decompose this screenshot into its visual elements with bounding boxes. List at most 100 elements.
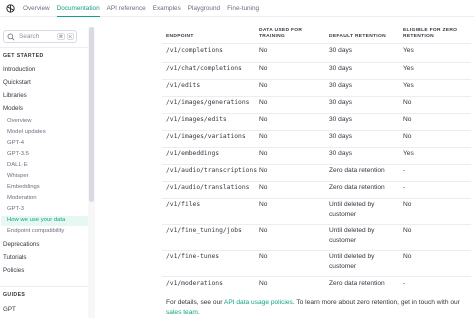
endpoint-cell: /v1/moderations <box>166 280 223 287</box>
retention-cell-line1: Until deleted by <box>329 253 375 260</box>
sidebar-item-libraries[interactable]: Libraries <box>3 92 27 99</box>
footer-note: For details, see our API data usage poli… <box>166 298 472 318</box>
training-cell: No <box>259 133 268 140</box>
sidebar-scrollbar[interactable] <box>89 27 94 202</box>
zero-retention-cell: - <box>403 184 406 191</box>
sidebar-item-models[interactable]: Models <box>3 105 23 112</box>
column-header-endpoint: ENDPOINT <box>166 34 194 39</box>
sidebar-subitem-whisper[interactable]: Whisper <box>7 173 29 179</box>
training-cell: No <box>259 99 268 106</box>
retention-cell-line2: customer <box>329 263 357 270</box>
sidebar-subitem-gpt-4[interactable]: GPT-4 <box>7 140 24 146</box>
nav-overview[interactable]: Overview <box>23 0 50 17</box>
header-divider <box>162 43 471 44</box>
zero-retention-cell: Yes <box>403 65 414 72</box>
openai-logo-icon[interactable] <box>5 3 16 14</box>
search-placeholder: Search <box>19 33 40 40</box>
sidebar-item-quickstart[interactable]: Quickstart <box>3 79 31 86</box>
row-divider <box>162 164 471 165</box>
policy-link[interactable]: API data usage policies <box>224 299 293 306</box>
footer-suffix: . <box>197 309 200 316</box>
training-cell: No <box>259 201 268 208</box>
row-divider <box>162 79 471 80</box>
sidebar-item-gpt[interactable]: GPT <box>3 306 16 313</box>
shortcut-mod-key: ⌘ <box>56 33 66 40</box>
nav-examples[interactable]: Examples <box>153 0 181 17</box>
top-navigation: Overview Documentation API reference Exa… <box>0 0 474 17</box>
row-divider <box>162 130 471 131</box>
sidebar-item-policies[interactable]: Policies <box>3 267 24 274</box>
sidebar-subitem-overview[interactable]: Overview <box>7 118 32 124</box>
search-input[interactable]: Search ⌘ K <box>3 30 77 43</box>
sidebar-subitem-moderation[interactable]: Moderation <box>7 195 36 201</box>
training-cell: No <box>259 167 268 174</box>
zero-retention-cell: - <box>403 280 406 287</box>
column-header-zero-line1: ELIGIBLE FOR ZERO <box>403 28 458 33</box>
retention-cell: Zero data retention <box>329 184 385 191</box>
training-cell: No <box>259 47 268 54</box>
training-cell: No <box>259 227 268 234</box>
sidebar-subitem-gpt-3[interactable]: GPT-3 <box>7 206 24 212</box>
endpoint-cell: /v1/completions <box>166 47 223 54</box>
training-cell: No <box>259 65 268 72</box>
section-get-started: GET STARTED <box>3 53 44 59</box>
retention-cell-line1: Until deleted by <box>329 201 375 208</box>
row-divider <box>162 62 471 63</box>
endpoint-cell: /v1/fine-tunes <box>166 253 220 260</box>
nav-api-reference[interactable]: API reference <box>107 0 146 17</box>
retention-cell-line2: customer <box>329 237 357 244</box>
training-cell: No <box>259 253 268 260</box>
zero-retention-cell: No <box>403 99 412 106</box>
shortcut-k-key: K <box>67 33 74 40</box>
nav-documentation[interactable]: Documentation <box>56 0 100 17</box>
sidebar-item-deprecations[interactable]: Deprecations <box>3 241 39 248</box>
retention-cell-line1: Until deleted by <box>329 227 375 234</box>
sidebar-subitem-model-updates[interactable]: Model updates <box>7 129 46 135</box>
retention-cell: Zero data retention <box>329 280 385 287</box>
endpoint-cell: /v1/edits <box>166 82 201 89</box>
column-header-training-line1: DATA USED FOR <box>259 28 303 33</box>
divider <box>0 286 88 287</box>
row-divider <box>162 113 471 114</box>
endpoint-cell: /v1/images/generations <box>166 99 250 106</box>
nav-tabs: Overview Documentation API reference Exa… <box>16 0 259 17</box>
retention-cell: 30 days <box>329 99 353 106</box>
retention-cell-line2: customer <box>329 211 357 218</box>
row-divider <box>162 147 471 148</box>
search-icon <box>7 33 15 40</box>
row-divider <box>162 276 471 277</box>
column-header-zero-line2: RETENTION <box>403 33 434 39</box>
retention-cell: 30 days <box>329 65 353 72</box>
zero-retention-cell: No <box>403 116 412 123</box>
nav-fine-tuning[interactable]: Fine-tuning <box>227 0 259 17</box>
endpoint-cell: /v1/images/variations <box>166 133 246 140</box>
nav-playground[interactable]: Playground <box>188 0 220 17</box>
sales-team-link[interactable]: sales team <box>166 309 198 316</box>
zero-retention-cell: No <box>403 253 412 260</box>
row-divider <box>162 224 471 225</box>
sidebar-subitem-gpt-3-5[interactable]: GPT-3.5 <box>7 151 29 157</box>
sidebar-subitem-endpoint-compatibility[interactable]: Endpoint compatibility <box>7 228 64 234</box>
sidebar-item-introduction[interactable]: Introduction <box>3 66 35 73</box>
training-cell: No <box>259 82 268 89</box>
retention-cell: 30 days <box>329 150 353 157</box>
data-usage-table: ENDPOINT DATA USED FOR TRAINING DEFAULT … <box>95 18 474 318</box>
endpoint-cell: /v1/audio/transcriptions <box>166 167 257 174</box>
sidebar-subitem-how-we-use-your-data[interactable]: How we use your data <box>7 217 65 223</box>
zero-retention-cell: - <box>403 167 406 174</box>
retention-cell: 30 days <box>329 47 353 54</box>
column-header-training-line2: TRAINING <box>259 33 286 39</box>
column-header-training: DATA USED FOR TRAINING <box>259 28 302 39</box>
sidebar-subitem-embeddings[interactable]: Embeddings <box>7 184 40 190</box>
footer-prefix: For details, see our <box>166 299 224 306</box>
sidebar-subitem-dalle[interactable]: DALL·E <box>7 162 28 168</box>
endpoint-cell: /v1/images/edits <box>166 116 227 123</box>
endpoint-cell: /v1/audio/translations <box>166 184 250 191</box>
footer-middle: . To learn more about zero retention, ge… <box>292 299 460 306</box>
sidebar-item-tutorials[interactable]: Tutorials <box>3 254 27 261</box>
row-divider <box>162 181 471 182</box>
row-divider <box>162 250 471 251</box>
row-divider <box>162 198 471 199</box>
retention-cell: 30 days <box>329 82 353 89</box>
zero-retention-cell: Yes <box>403 47 414 54</box>
